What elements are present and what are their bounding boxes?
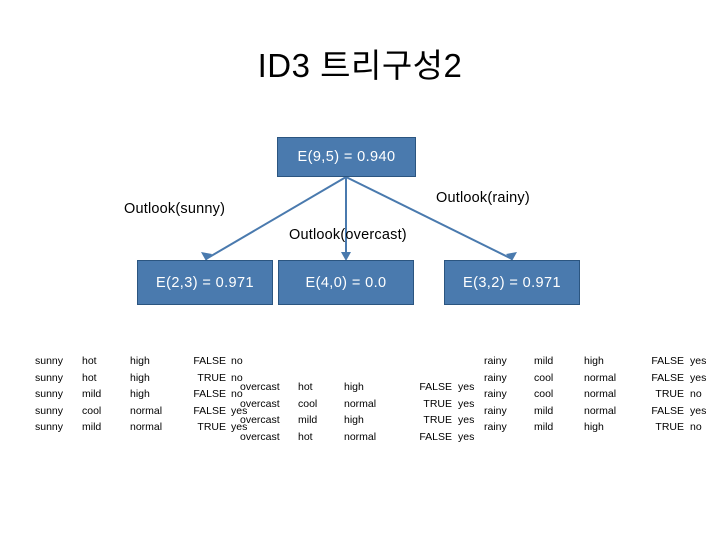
- data-table-sunny: sunny hot high FALSE no sunny hot high TRUE no sun…: [33, 353, 257, 436]
- table-row: sunny hot high FALSE no: [33, 353, 257, 370]
- table-cell: overcast: [240, 397, 280, 410]
- table-cell: FALSE: [419, 381, 452, 393]
- table-cell: high: [344, 414, 364, 426]
- table-cell: sunny: [35, 404, 64, 417]
- table-cell: normal: [584, 404, 617, 417]
- table-row: rainy mild high TRUE no: [484, 419, 716, 436]
- page-title: ID3 트리구성2: [257, 47, 463, 84]
- table-cell: normal: [130, 404, 163, 417]
- table-cell: overcast: [240, 381, 280, 393]
- table-row: sunny hot high TRUE no: [33, 370, 257, 387]
- table-cell: yes: [690, 404, 707, 417]
- table-cell: FALSE: [193, 388, 226, 400]
- table-cell: hot: [298, 430, 313, 443]
- table-cell: TRUE: [655, 421, 684, 433]
- table-row: sunny mild normal TRUE yes: [33, 419, 257, 436]
- table-cell: mild: [298, 414, 318, 426]
- table-cell: hot: [82, 371, 97, 384]
- table-cell: high: [130, 388, 150, 400]
- table-cell: no: [690, 421, 702, 433]
- table-cell: mild: [534, 421, 554, 433]
- table-cell: FALSE: [651, 371, 684, 384]
- table-row: overcast mild high TRUE yes: [240, 412, 484, 429]
- data-table-rainy: rainy mild high FALSE yes rainy cool normal FALS…: [484, 353, 716, 436]
- table-cell: overcast: [240, 430, 280, 443]
- table-cell: rainy: [484, 404, 507, 417]
- table-cell: high: [584, 421, 604, 433]
- edge-label-overcast: Outlook(overcast): [289, 227, 407, 243]
- table-row: overcast cool normal TRUE yes: [240, 396, 484, 413]
- table-cell: rainy: [484, 371, 507, 384]
- table-cell: hot: [298, 381, 313, 393]
- table-row: sunny mild high FALSE no: [33, 386, 257, 403]
- table-cell: mild: [82, 388, 102, 400]
- table-cell: cool: [298, 397, 318, 410]
- table-cell: normal: [584, 388, 617, 400]
- table-cell: FALSE: [651, 404, 684, 417]
- table-cell: yes: [458, 414, 475, 426]
- table-cell: cool: [82, 404, 102, 417]
- table-row: overcast hot normal FALSE yes: [240, 429, 484, 446]
- table-cell: TRUE: [423, 414, 452, 426]
- table-cell: high: [130, 371, 150, 384]
- table-cell: mild: [534, 355, 554, 367]
- table-row: rainy mild normal FALSE yes: [484, 403, 716, 420]
- table-cell: no: [690, 388, 702, 400]
- table-cell: FALSE: [193, 404, 226, 417]
- table-cell: sunny: [35, 421, 64, 433]
- table-cell: cool: [534, 371, 554, 384]
- table-cell: yes: [458, 397, 475, 410]
- table-row: rainy cool normal TRUE no: [484, 386, 716, 403]
- edge-label-sunny: Outlook(sunny): [124, 201, 226, 217]
- table-cell: normal: [344, 430, 377, 443]
- table-cell: normal: [584, 371, 617, 384]
- table-cell: high: [344, 381, 364, 393]
- tree-node-overcast[interactable]: E(4,0) = 0.0: [278, 260, 414, 305]
- table-cell: yes: [690, 355, 707, 367]
- table-cell: FALSE: [419, 430, 452, 443]
- table-row: rainy cool normal FALSE yes: [484, 370, 716, 387]
- table-cell: hot: [82, 355, 97, 367]
- tree-node-sunny[interactable]: E(2,3) = 0.971: [137, 260, 273, 305]
- table-cell: mild: [82, 421, 102, 433]
- table-cell: rainy: [484, 355, 507, 367]
- table-cell: FALSE: [651, 355, 684, 367]
- table-cell: high: [584, 355, 604, 367]
- table-cell: FALSE: [193, 355, 226, 367]
- table-row: sunny cool normal FALSE yes: [33, 403, 257, 420]
- table-cell: yes: [458, 381, 475, 393]
- table-cell: yes: [690, 371, 707, 384]
- table-cell: TRUE: [655, 388, 684, 400]
- tree-node-root[interactable]: E(9,5) = 0.940: [277, 137, 416, 177]
- table-cell: high: [130, 355, 150, 367]
- table-cell: cool: [534, 388, 554, 400]
- table-cell: overcast: [240, 414, 280, 426]
- table-cell: normal: [344, 397, 377, 410]
- tree-node-rainy[interactable]: E(3,2) = 0.971: [444, 260, 580, 305]
- table-cell: rainy: [484, 388, 507, 400]
- connector-sunny: [205, 176, 347, 260]
- table-cell: normal: [130, 421, 163, 433]
- table-cell: sunny: [35, 355, 64, 367]
- table-cell: yes: [458, 430, 475, 443]
- table-cell: sunny: [35, 371, 64, 384]
- table-cell: TRUE: [197, 421, 226, 433]
- table-cell: TRUE: [197, 371, 226, 384]
- edge-label-rainy: Outlook(rainy): [436, 190, 530, 206]
- table-cell: rainy: [484, 421, 507, 433]
- table-row: rainy mild high FALSE yes: [484, 353, 716, 370]
- slide-canvas: ID3 트리구성2 E(9,5) = 0.940 Outlook(sunny) …: [0, 0, 720, 540]
- table-cell: no: [231, 355, 243, 367]
- table-cell: TRUE: [423, 397, 452, 410]
- data-table-overcast: overcast hot high FALSE yes overcast cool norma…: [240, 379, 484, 445]
- table-row: overcast hot high FALSE yes: [240, 379, 484, 396]
- table-cell: sunny: [35, 388, 64, 400]
- table-cell: mild: [534, 404, 554, 417]
